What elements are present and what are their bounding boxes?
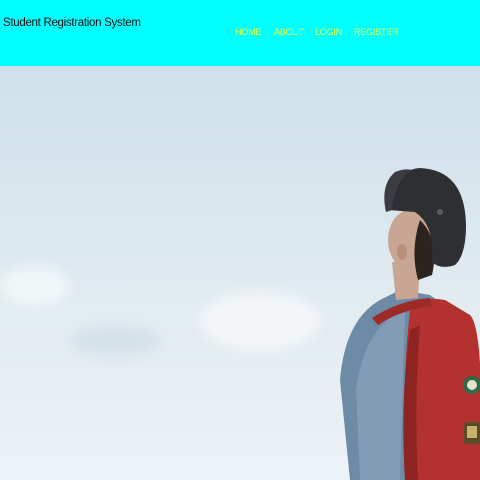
- nav-home-link[interactable]: HOME: [235, 27, 261, 37]
- header-bar: Student Registration System HOME ABOUT L…: [0, 0, 480, 66]
- student-figure-illustration: [340, 168, 480, 480]
- nav-login-link[interactable]: LOGIN: [315, 27, 342, 37]
- hero-image: [0, 66, 480, 480]
- main-nav: HOME ABOUT LOGIN REGISTER: [0, 27, 480, 39]
- nav-register-link[interactable]: REGISTER: [354, 27, 399, 37]
- nav-about-link[interactable]: ABOUT: [274, 27, 304, 37]
